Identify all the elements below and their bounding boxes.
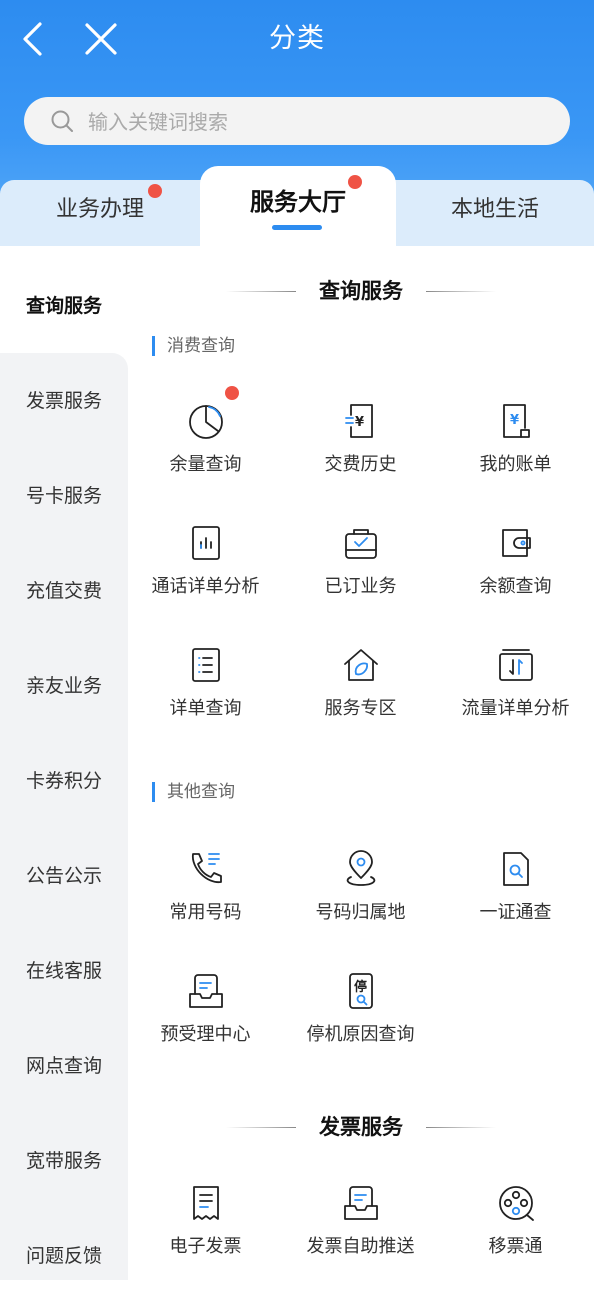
top-tabs: 业务办理 服务大厅 本地生活 — [0, 166, 594, 246]
doc-search-icon — [503, 852, 529, 886]
search-bar[interactable] — [24, 97, 570, 147]
sidebar-item-broadband[interactable]: 宽带服务 — [0, 1131, 128, 1191]
sidebar-item-recharge[interactable]: 充值交费 — [0, 561, 128, 621]
grid-item-balance-usage[interactable]: 余量查询 — [128, 386, 283, 512]
stop-glyph: 停 — [354, 979, 367, 995]
grid-item-common-numbers[interactable]: 常用号码 — [128, 850, 283, 960]
sidebar-item-feedback[interactable]: 问题反馈 — [0, 1226, 128, 1286]
yuan-glyph: ¥ — [355, 415, 364, 430]
sidebar-item-outlet-query[interactable]: 网点查询 — [0, 1036, 128, 1096]
sidebar-item-family[interactable]: 亲友业务 — [0, 656, 128, 716]
tab-business-badge — [148, 184, 162, 198]
grid-item-label: 通话详单分析 — [151, 576, 260, 597]
grid-item-label: 余量查询 — [169, 454, 242, 475]
grid-item-label: 发票自助推送 — [306, 1236, 415, 1257]
invoice-push-icon — [344, 1186, 378, 1220]
sidebar-item-number-card[interactable]: 号卡服务 — [0, 466, 128, 526]
grid-item-move-ticket[interactable]: 移票通 — [438, 1184, 593, 1294]
grid-item-label: 一证通查 — [479, 902, 552, 923]
grid-item-label: 电子发票 — [169, 1236, 242, 1257]
content-panel: 查询服务 消费查询 余量查询 ¥ 交费历史 ¥ 我的账单 通话详单分析 已订业务… — [128, 246, 594, 1280]
grid-item-my-bill[interactable]: ¥ 我的账单 — [438, 402, 593, 512]
grid-item-label: 移票通 — [488, 1236, 543, 1257]
grid-item-label: 余额查询 — [479, 576, 552, 597]
grid-item-service-zone[interactable]: 服务专区 — [283, 646, 438, 756]
grid-item-suspension-reason[interactable]: 停 停机原因查询 — [283, 972, 438, 1082]
grid-item-number-location[interactable]: 号码归属地 — [283, 850, 438, 960]
nav-bar: 分类 — [0, 0, 594, 80]
yuan-glyph: ¥ — [510, 413, 519, 428]
sidebar-item-notices[interactable]: 公告公示 — [0, 846, 128, 906]
phone-search-icon: 停 — [349, 973, 373, 1009]
grid-item-label: 我的账单 — [479, 454, 552, 475]
group-title-consumption: 消费查询 — [152, 336, 235, 356]
grid-item-payment-history[interactable]: ¥ 交费历史 — [283, 402, 438, 512]
bag-check-icon — [345, 529, 377, 559]
grid-item-detail-query[interactable]: 详单查询 — [128, 646, 283, 756]
grid-item-id-check[interactable]: 一证通查 — [438, 850, 593, 960]
bar-chart-doc-icon — [192, 526, 220, 560]
yuan-receipt-icon: ¥ — [345, 404, 373, 438]
sidebar-item-coupons[interactable]: 卡券积分 — [0, 751, 128, 811]
bill-icon: ¥ — [503, 404, 530, 438]
tab-local-life[interactable]: 本地生活 — [396, 180, 594, 246]
grid-item-balance-query[interactable]: 余额查询 — [438, 524, 593, 634]
category-sidebar: 查询服务 发票服务 号卡服务 充值交费 亲友业务 卡券积分 公告公示 在线客服 … — [0, 246, 128, 1280]
active-tab-indicator — [272, 225, 322, 230]
grid-item-label: 停机原因查询 — [306, 1024, 415, 1045]
grid-item-label: 流量详单分析 — [461, 698, 570, 719]
sidebar-item-online-support[interactable]: 在线客服 — [0, 941, 128, 1001]
grid-item-data-detail-analysis[interactable]: 流量详单分析 — [438, 646, 593, 756]
section-title-query: 查询服务 — [319, 279, 403, 303]
grid-item-label: 服务专区 — [324, 698, 397, 719]
grid-item-e-invoice[interactable]: 电子发票 — [128, 1184, 283, 1294]
balance-usage-badge — [225, 386, 239, 400]
section-title-invoice: 发票服务 — [319, 1115, 403, 1139]
sidebar-item-query-service[interactable]: 查询服务 — [0, 276, 128, 336]
pie-chart-icon — [189, 405, 223, 439]
grid-item-call-detail-analysis[interactable]: 通话详单分析 — [128, 524, 283, 634]
grid-item-pre-acceptance[interactable]: 预受理中心 — [128, 972, 283, 1082]
tab-service-hall[interactable]: 服务大厅 — [200, 166, 396, 246]
home-leaf-icon — [344, 649, 378, 681]
wallet-icon — [502, 529, 531, 557]
grid-item-label: 号码归属地 — [315, 902, 406, 923]
location-pin-icon — [346, 850, 376, 886]
data-transfer-icon — [499, 649, 533, 681]
tab-business[interactable]: 业务办理 — [0, 180, 200, 246]
search-icon — [51, 110, 73, 132]
group-title-other: 其他查询 — [152, 782, 235, 802]
grid-item-subscribed-services[interactable]: 已订业务 — [283, 524, 438, 634]
grid-item-label: 常用号码 — [169, 902, 242, 923]
film-reel-icon — [499, 1186, 534, 1221]
grid-item-label: 交费历史 — [324, 454, 397, 475]
grid-item-invoice-push[interactable]: 发票自助推送 — [283, 1184, 438, 1294]
tab-service-hall-badge — [348, 175, 362, 189]
list-doc-icon — [192, 648, 220, 682]
tray-doc-icon — [189, 974, 223, 1008]
page-title: 分类 — [269, 23, 325, 54]
main-body: 查询服务 发票服务 号卡服务 充值交费 亲友业务 卡券积分 公告公示 在线客服 … — [0, 246, 594, 1280]
phone-list-icon — [192, 853, 222, 883]
grid-item-label: 预受理中心 — [160, 1024, 251, 1045]
invoice-icon — [193, 1186, 219, 1220]
grid-item-label: 已订业务 — [324, 576, 397, 597]
search-input[interactable] — [86, 97, 550, 147]
sidebar-item-invoice-service[interactable]: 发票服务 — [0, 371, 128, 431]
grid-item-label: 详单查询 — [169, 698, 242, 719]
